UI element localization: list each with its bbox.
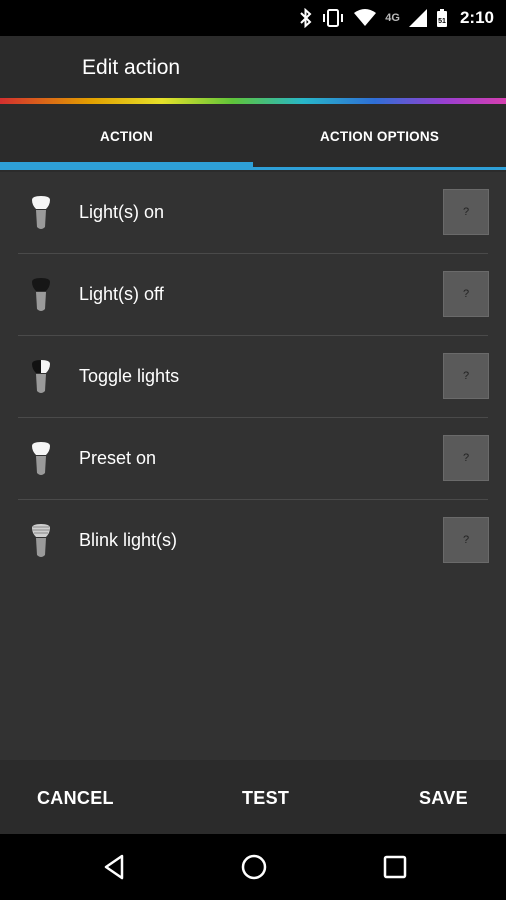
4g-icon: 4G [385, 12, 400, 24]
back-icon[interactable] [100, 852, 130, 882]
help-button[interactable]: ? [443, 353, 489, 399]
action-list: Light(s) on ? Light(s) off ? Toggle ligh… [0, 172, 506, 760]
cancel-button[interactable]: CANCEL [37, 788, 114, 809]
bottom-action-bar: CANCEL TEST SAVE [0, 760, 506, 834]
home-icon[interactable] [239, 852, 269, 882]
wifi-icon [353, 8, 377, 28]
list-item-lights-off[interactable]: Light(s) off ? [0, 254, 506, 336]
tab-action-options[interactable]: ACTION OPTIONS [253, 104, 506, 172]
app-bar: Edit action [0, 36, 506, 100]
status-time: 2:10 [459, 8, 494, 27]
list-item-label: Light(s) on [79, 202, 165, 222]
save-button[interactable]: SAVE [419, 788, 468, 809]
list-item-label: Toggle lights [79, 366, 180, 386]
tab-indicator [0, 162, 253, 170]
recents-icon[interactable] [380, 852, 410, 882]
vibrate-icon [321, 8, 345, 28]
battery-icon: 51 [436, 8, 448, 28]
list-item-lights-on[interactable]: Light(s) on ? [0, 172, 506, 254]
list-item-label: Light(s) off [79, 284, 164, 304]
bulb-blink-icon [28, 522, 54, 560]
list-item-preset-on[interactable]: Preset on ? [0, 418, 506, 500]
svg-text:51: 51 [438, 18, 446, 25]
list-item-label: Blink light(s) [79, 530, 178, 550]
list-item-blink-lights[interactable]: Blink light(s) ? [0, 500, 506, 582]
page-title: Edit action [82, 56, 181, 79]
list-item-label: Preset on [79, 448, 157, 468]
help-button[interactable]: ? [443, 271, 489, 317]
bluetooth-icon [299, 8, 313, 28]
help-button[interactable]: ? [443, 517, 489, 563]
tab-underline [253, 167, 506, 170]
bulb-preset-icon [28, 440, 54, 478]
help-button[interactable]: ? [443, 189, 489, 235]
bulb-off-icon [28, 276, 54, 314]
signal-icon [408, 8, 428, 28]
bulb-toggle-icon [28, 358, 54, 396]
list-item-toggle-lights[interactable]: Toggle lights ? [0, 336, 506, 418]
system-nav-bar [0, 834, 506, 900]
test-button[interactable]: TEST [242, 788, 289, 809]
bulb-on-icon [28, 194, 54, 232]
status-bar: 4G 51 2:10 [0, 0, 506, 36]
help-button[interactable]: ? [443, 435, 489, 481]
